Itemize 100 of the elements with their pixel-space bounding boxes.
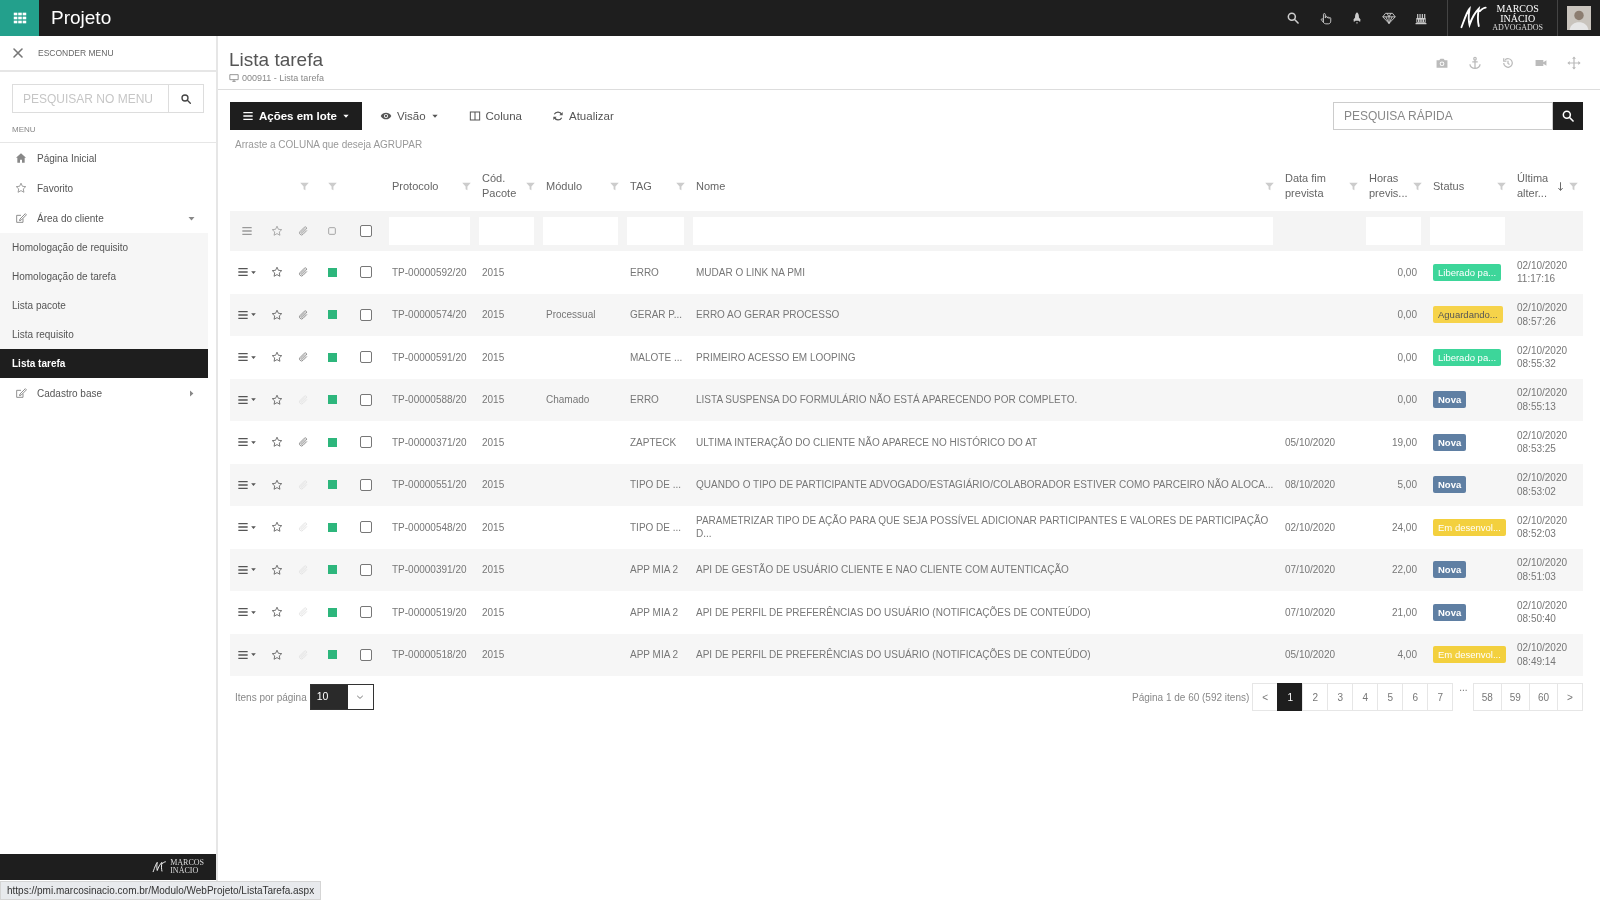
menu-icon xyxy=(237,478,249,491)
column-header[interactable]: Cód. Pacote xyxy=(482,171,523,201)
logo-text: MARCOS xyxy=(1496,4,1539,14)
columns-icon xyxy=(468,110,481,122)
paperclip-icon[interactable] xyxy=(298,351,310,364)
menu-item[interactable]: Área do cliente xyxy=(0,203,216,233)
row-checkbox[interactable] xyxy=(360,606,372,619)
menu-item[interactable]: Cadastro base xyxy=(0,378,216,408)
page-button[interactable]: 58 xyxy=(1472,683,1502,711)
table-cell: Chamado xyxy=(546,393,590,407)
column-header[interactable]: Nome xyxy=(696,178,1262,194)
row-checkbox[interactable] xyxy=(360,521,372,534)
paperclip-icon[interactable] xyxy=(298,266,310,279)
page-button[interactable]: 5 xyxy=(1377,683,1404,711)
page-button[interactable]: 4 xyxy=(1352,683,1379,711)
row-menu-button[interactable] xyxy=(237,478,257,491)
menu-icon xyxy=(237,563,249,576)
column-header[interactable]: Protocolo xyxy=(392,178,459,194)
row-checkbox[interactable] xyxy=(360,351,372,364)
row-checkbox[interactable] xyxy=(360,478,372,491)
avatar[interactable] xyxy=(1567,5,1591,31)
star-icon[interactable] xyxy=(271,436,283,449)
row-menu-button[interactable] xyxy=(237,648,257,661)
star-icon[interactable] xyxy=(271,521,283,534)
star-icon[interactable] xyxy=(271,393,283,406)
per-page-select[interactable]: 10 xyxy=(309,684,374,710)
paperclip-icon[interactable] xyxy=(298,436,310,449)
table-cell: TP-00000588/20 xyxy=(392,393,467,407)
table-cell: 0,00 xyxy=(1397,308,1417,322)
row-checkbox[interactable] xyxy=(360,436,372,449)
submenu-item[interactable]: Lista pacote xyxy=(0,291,208,320)
row-menu-button[interactable] xyxy=(237,563,257,576)
page-button[interactable]: 3 xyxy=(1327,683,1354,711)
submenu-item[interactable]: Homologação de tarefa xyxy=(0,262,208,291)
submenu-item[interactable]: Lista requisito xyxy=(0,320,208,349)
menu-icon[interactable] xyxy=(241,225,253,237)
page-button[interactable]: 7 xyxy=(1427,683,1454,711)
page-button[interactable]: 2 xyxy=(1302,683,1329,711)
sort-arrow-icon[interactable] xyxy=(1555,179,1566,193)
page-button[interactable]: < xyxy=(1252,683,1279,711)
menu-search-field[interactable]: PESQUISAR NO MENU xyxy=(12,84,204,113)
star-icon[interactable] xyxy=(271,478,283,491)
column-header[interactable]: Status xyxy=(1433,178,1494,194)
paperclip-icon[interactable] xyxy=(298,308,310,321)
row-checkbox[interactable] xyxy=(360,648,372,661)
batch-actions-button[interactable]: Ações em lote xyxy=(230,102,362,130)
columns-button[interactable]: Coluna xyxy=(456,102,534,130)
column-header[interactable]: Última alter... xyxy=(1517,171,1553,201)
menu-item[interactable]: Favorito xyxy=(0,173,216,203)
star-icon[interactable] xyxy=(271,351,283,364)
row-menu-button[interactable] xyxy=(237,351,257,364)
page-button[interactable]: > xyxy=(1557,683,1583,711)
home-icon xyxy=(15,152,27,164)
column-header[interactable]: Data fim prevista xyxy=(1285,171,1346,201)
view-button[interactable]: Visão xyxy=(368,102,451,130)
star-icon[interactable] xyxy=(271,563,283,576)
table-cell: MUDAR O LINK NA PMI xyxy=(696,265,805,279)
row-menu-button[interactable] xyxy=(237,393,257,406)
status-flag xyxy=(327,395,337,405)
status-flag xyxy=(327,352,337,362)
table-cell: 05/10/2020 xyxy=(1285,648,1336,662)
row-menu-button[interactable] xyxy=(237,266,257,279)
row-menu-button[interactable] xyxy=(237,436,257,449)
status-flag xyxy=(327,310,337,320)
star-icon[interactable] xyxy=(271,266,283,279)
menu-icon xyxy=(237,606,249,619)
star-icon[interactable] xyxy=(271,308,283,321)
page-button[interactable]: 6 xyxy=(1402,683,1429,711)
row-menu-button[interactable] xyxy=(237,606,257,619)
row-checkbox[interactable] xyxy=(360,563,372,576)
row-checkbox[interactable] xyxy=(360,266,372,279)
select-all-checkbox[interactable] xyxy=(360,225,372,237)
apps-menu-button[interactable] xyxy=(0,0,39,36)
status-badge: Nova xyxy=(1433,603,1467,621)
hide-menu-button[interactable]: ESCONDER MENU xyxy=(0,36,216,72)
page-button[interactable]: 60 xyxy=(1528,683,1558,711)
submenu-item[interactable]: Lista tarefa xyxy=(0,349,208,378)
menu-item[interactable]: Página Inicial xyxy=(0,143,216,173)
star-icon[interactable] xyxy=(271,606,283,619)
column-header[interactable]: TAG xyxy=(630,178,673,194)
page-button[interactable]: 1 xyxy=(1277,683,1304,711)
page-button[interactable]: 59 xyxy=(1500,683,1530,711)
search-button[interactable] xyxy=(1553,102,1583,130)
table-cell: API DE PERFIL DE PREFERÊNCIAS DO USUÁRIO (NOTIFICAÇÕES DE CONTEÚDO) xyxy=(696,605,1091,619)
star-icon[interactable] xyxy=(271,648,283,661)
column-header[interactable]: Módulo xyxy=(546,178,607,194)
star-icon[interactable] xyxy=(271,225,283,237)
menu-icon xyxy=(237,308,249,321)
paperclip-icon[interactable] xyxy=(298,225,310,237)
row-checkbox[interactable] xyxy=(360,393,372,406)
row-menu-button[interactable] xyxy=(237,308,257,321)
submenu-item[interactable]: Homologação de requisito xyxy=(0,233,208,262)
eye-icon xyxy=(380,110,392,122)
table-cell: 5,00 xyxy=(1397,478,1417,492)
refresh-button[interactable]: Atualizar xyxy=(540,102,626,130)
row-checkbox[interactable] xyxy=(360,308,372,321)
column-header[interactable]: Horas previs... xyxy=(1369,171,1410,201)
row-menu-button[interactable] xyxy=(237,521,257,534)
history-icon xyxy=(1500,55,1515,70)
square-icon[interactable] xyxy=(326,225,338,237)
